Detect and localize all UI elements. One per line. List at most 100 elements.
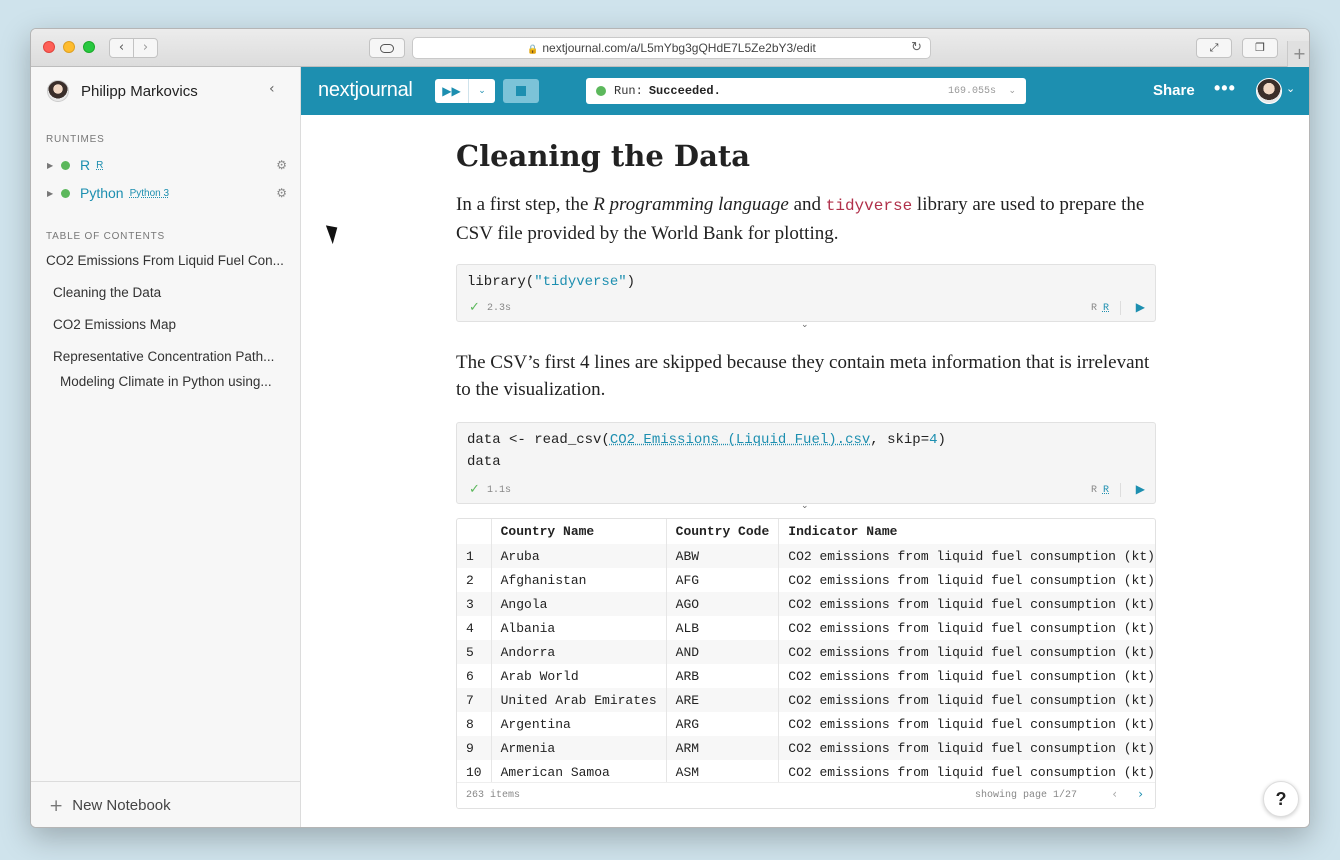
avatar[interactable]: [1256, 78, 1282, 104]
gear-icon[interactable]: ⚙: [276, 186, 287, 200]
code-number: 4: [929, 432, 938, 448]
code-string: "tidyverse": [534, 274, 627, 290]
code-cell[interactable]: data <- read_csv(CO2 Emissions (Liquid F…: [456, 422, 1156, 504]
expand-triangle-icon[interactable]: ▶: [47, 189, 61, 198]
tabs-icon: ❐: [1255, 41, 1265, 54]
file-link[interactable]: CO2 Emissions (Liquid Fuel).csv: [610, 432, 870, 448]
help-button[interactable]: ?: [1263, 781, 1299, 817]
column-header[interactable]: Indicator Name: [778, 519, 1155, 544]
back-button[interactable]: ‹: [109, 38, 134, 58]
more-options-icon[interactable]: •••: [1214, 78, 1236, 99]
cell-footer: ✓ 1.1s RR ▶: [457, 477, 1155, 503]
chevron-down-icon[interactable]: ⌄: [801, 320, 809, 330]
notebook-content: Cleaning the Data In a first step, the R…: [301, 115, 1309, 827]
code-editor[interactable]: library("tidyverse"): [457, 265, 1155, 293]
column-header[interactable]: Country Name: [491, 519, 667, 544]
collapse-sidebar-icon[interactable]: ‹: [269, 81, 275, 97]
table-cell: CO2 emissions from liquid fuel consumpti…: [778, 640, 1155, 664]
cell-duration: 2.3s: [487, 303, 512, 314]
user-profile[interactable]: Philipp Markovics: [47, 79, 198, 103]
address-bar[interactable]: 🔒 nextjournal.com/a/L5mYbg3gQHdE7L5Ze2bY3…: [412, 37, 931, 59]
table-row: 5 Andorra AND CO2 emissions from liquid fue…: [457, 640, 1155, 664]
cell-footer: ✓ 2.3s RR ▶: [457, 295, 1155, 321]
table-cell: 10: [457, 760, 492, 784]
paragraph[interactable]: In a first step, the R programming langu…: [456, 191, 1156, 247]
run-cell-icon[interactable]: ▶: [1136, 482, 1145, 496]
table-row: 1 Aruba ABW CO2 emissions from liquid fuel …: [457, 544, 1155, 568]
runtime-item-python[interactable]: ▶ Python Python 3 ⚙: [47, 184, 287, 202]
table-cell: Afghanistan: [491, 568, 667, 592]
table-cell: CO2 emissions from liquid fuel consumpti…: [778, 712, 1155, 736]
emphasis: R programming language: [593, 194, 789, 215]
new-notebook-label: New Notebook: [72, 797, 171, 814]
table-cell: American Samoa: [491, 760, 667, 784]
data-table[interactable]: Country Name Country Code Indicator Name…: [456, 518, 1156, 809]
previous-page-icon[interactable]: ‹: [1112, 787, 1117, 801]
status-dot: [61, 188, 70, 198]
column-header[interactable]: [457, 519, 492, 544]
chevron-down-icon[interactable]: ⌄: [801, 501, 809, 511]
table-cell: United Arab Emirates: [491, 688, 667, 712]
lock-icon: 🔒: [527, 44, 539, 54]
chevron-right-icon: ›: [142, 40, 149, 55]
cell-language: RR: [1091, 303, 1109, 314]
toc-item[interactable]: Modeling Climate in Python using...: [60, 374, 284, 389]
table-cell: 8: [457, 712, 492, 736]
run-cell-icon[interactable]: ▶: [1136, 300, 1145, 314]
tabs-overview-button[interactable]: ❐: [1242, 38, 1278, 58]
table-cell: 6: [457, 664, 492, 688]
zoom-window-button[interactable]: [83, 41, 95, 53]
new-tab-button[interactable]: +: [1287, 41, 1309, 67]
code-editor[interactable]: data <- read_csv(CO2 Emissions (Liquid F…: [457, 423, 1155, 473]
expand-triangle-icon[interactable]: ▶: [47, 161, 61, 170]
inline-code: tidyverse: [825, 197, 913, 215]
logo[interactable]: nextjournal: [318, 79, 413, 102]
table-cell: ARM: [666, 736, 780, 760]
runtime-badge[interactable]: Python 3: [130, 188, 169, 199]
toc-item[interactable]: Cleaning the Data: [53, 285, 283, 300]
table-cell: CO2 emissions from liquid fuel consumpti…: [778, 568, 1155, 592]
table-cell: 9: [457, 736, 492, 760]
code-token: ): [626, 274, 636, 290]
table-cell: CO2 emissions from liquid fuel consumpti…: [778, 592, 1155, 616]
table-cell: 4: [457, 616, 492, 640]
plus-icon: +: [1292, 44, 1307, 63]
table-footer: 263 items showing page 1/27 ‹ ›: [457, 782, 1155, 808]
runtime-link[interactable]: R: [1103, 303, 1109, 314]
run-status-bar[interactable]: Run: Succeeded. 169.055s ⌄: [586, 78, 1026, 104]
table-header-row: Country Name Country Code Indicator Name: [457, 519, 1155, 544]
gear-icon[interactable]: ⚙: [276, 158, 287, 172]
toc-item[interactable]: CO2 Emissions From Liquid Fuel Con...: [46, 253, 286, 268]
stop-button[interactable]: [503, 79, 539, 103]
table-cell: AGO: [666, 592, 780, 616]
fullscreen-button[interactable]: ⤢: [1196, 38, 1232, 58]
paragraph[interactable]: The CSV’s first 4 lines are skipped beca…: [456, 349, 1156, 403]
code-cell[interactable]: library("tidyverse") ✓ 2.3s RR ▶: [456, 264, 1156, 322]
new-notebook-button[interactable]: + New Notebook: [31, 781, 300, 827]
table-cell: ALB: [666, 616, 780, 640]
browser-window: ‹ › 🔒 nextjournal.com/a/L5mYbg3gQHdE7L5Ze…: [30, 28, 1310, 828]
column-header[interactable]: Country Code: [666, 519, 780, 544]
check-icon: ✓: [469, 300, 480, 315]
share-button[interactable]: Share: [1153, 82, 1195, 99]
runtime-badge[interactable]: R: [96, 160, 103, 171]
table-row: 2 Afghanistan AFG CO2 emissions from liquid…: [457, 568, 1155, 592]
sidebar-toggle-button[interactable]: [369, 38, 405, 58]
toc-item[interactable]: Representative Concentration Path...: [53, 349, 285, 364]
runtime-link[interactable]: R: [1103, 485, 1109, 496]
close-window-button[interactable]: [43, 41, 55, 53]
reload-icon[interactable]: ↻: [911, 38, 922, 58]
next-page-icon[interactable]: ›: [1138, 787, 1143, 801]
table-row: 10 American Samoa ASM CO2 emissions from li…: [457, 760, 1155, 784]
minimize-window-button[interactable]: [63, 41, 75, 53]
run-all-button[interactable]: ▶▶: [435, 79, 469, 103]
runtime-item-r[interactable]: ▶ R R ⚙: [47, 156, 287, 174]
table-cell: CO2 emissions from liquid fuel consumpti…: [778, 544, 1155, 568]
text: and: [788, 194, 826, 215]
table-row: 3 Angola AGO CO2 emissions from liquid fuel…: [457, 592, 1155, 616]
toc-item[interactable]: CO2 Emissions Map: [53, 317, 283, 332]
code-token: data: [467, 454, 501, 470]
forward-button[interactable]: ›: [133, 38, 158, 58]
chevron-down-icon[interactable]: ⌄: [1286, 82, 1295, 95]
run-options-dropdown[interactable]: ⌄: [469, 79, 495, 103]
